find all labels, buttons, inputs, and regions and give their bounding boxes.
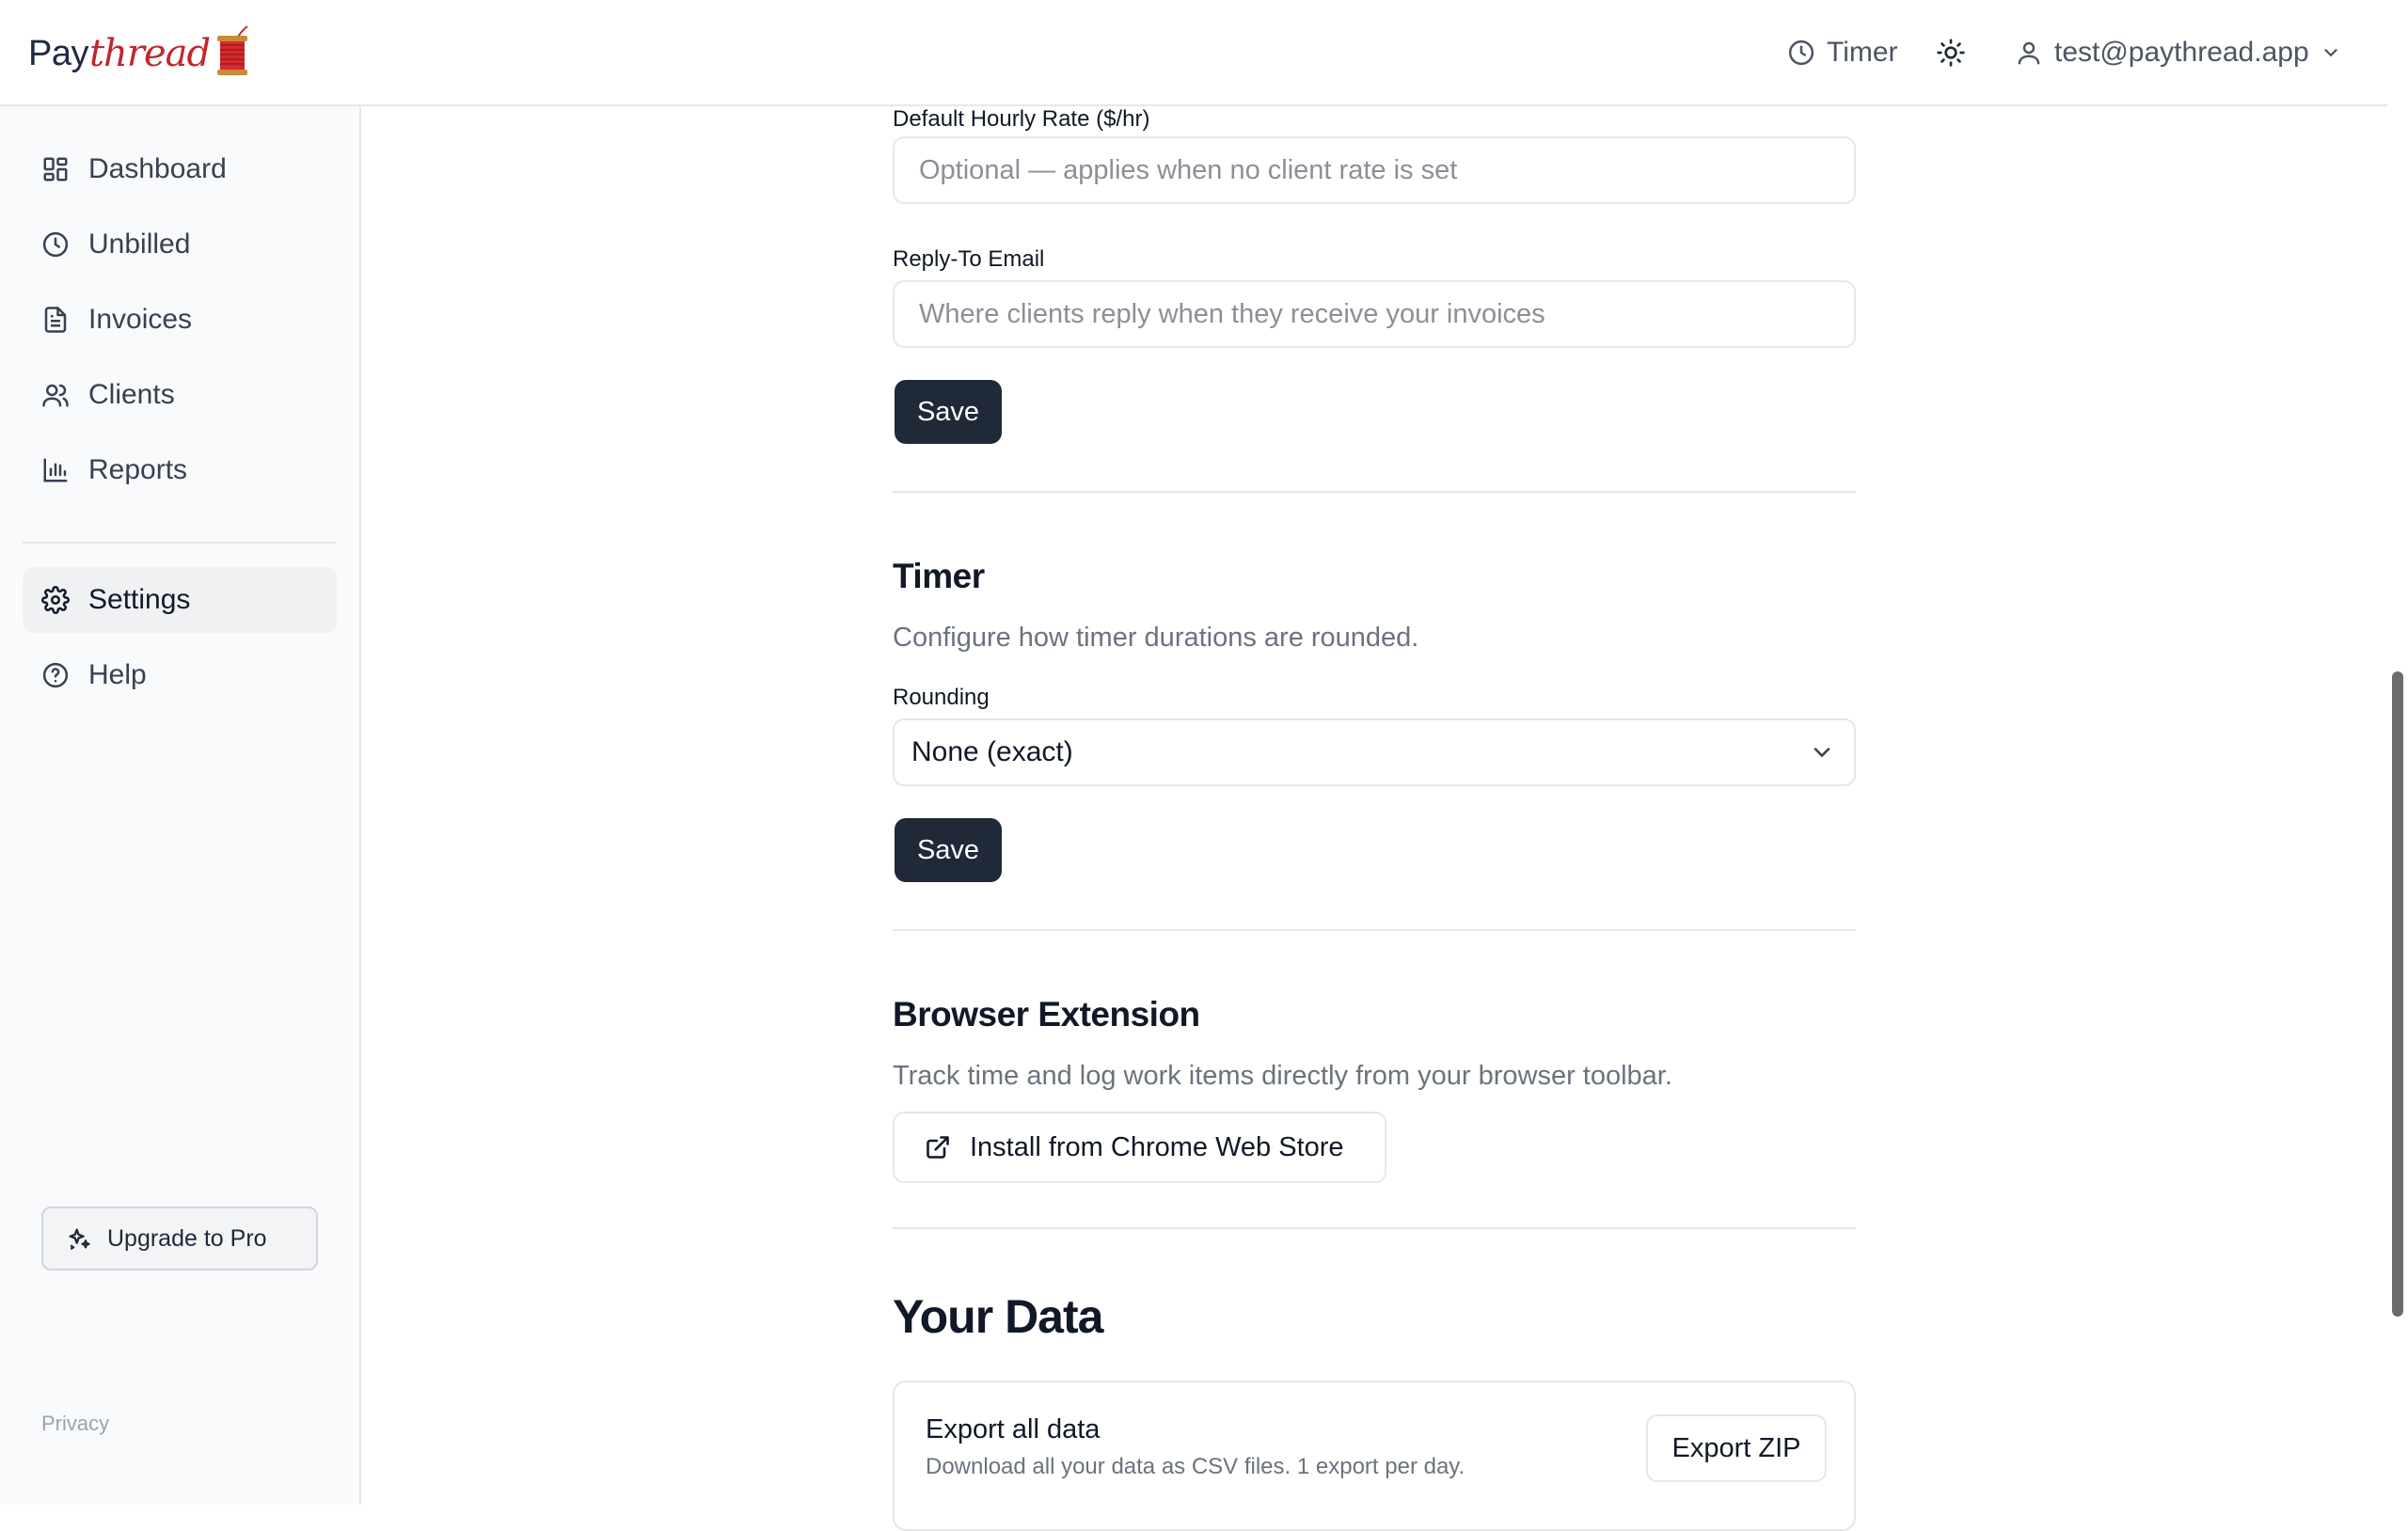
users-icon: [41, 381, 70, 409]
extension-section-title: Browser Extension: [893, 995, 1200, 1034]
privacy-link[interactable]: Privacy: [41, 1412, 109, 1436]
upgrade-label: Upgrade to Pro: [107, 1224, 267, 1252]
spool-icon: [212, 23, 255, 79]
install-extension-button[interactable]: Install from Chrome Web Store: [893, 1112, 1386, 1183]
sidebar-item-invoices[interactable]: Invoices: [23, 287, 337, 353]
chevron-down-icon: [2321, 42, 2341, 63]
section-divider: [893, 929, 1856, 931]
gear-icon: [41, 586, 70, 614]
clock-icon: [1787, 39, 1815, 67]
export-zip-button[interactable]: Export ZIP: [1646, 1414, 1827, 1482]
sidebar-item-reports[interactable]: Reports: [23, 437, 337, 503]
app-logo[interactable]: Pay thread: [28, 21, 255, 87]
reply-to-label: Reply-To Email: [893, 246, 1045, 272]
file-text-icon: [41, 306, 70, 334]
upgrade-to-pro-button[interactable]: Upgrade to Pro: [41, 1207, 318, 1271]
your-data-title: Your Data: [893, 1290, 1103, 1343]
header-timer-button[interactable]: Timer: [1787, 34, 1898, 71]
rounding-select[interactable]: None (exact): [893, 718, 1856, 786]
sidebar-item-dashboard[interactable]: Dashboard: [23, 136, 337, 202]
rounding-label: Rounding: [893, 685, 990, 710]
sidebar-item-clients[interactable]: Clients: [23, 362, 337, 428]
sidebar-item-label: Help: [88, 659, 147, 690]
sidebar-divider: [23, 542, 337, 544]
bar-chart-icon: [41, 456, 70, 484]
sidebar-item-label: Settings: [88, 584, 191, 615]
dashboard-icon: [41, 155, 70, 183]
export-description: Download all your data as CSV files. 1 e…: [926, 1454, 1465, 1479]
hourly-rate-label: Default Hourly Rate ($/hr): [893, 106, 1150, 132]
save-general-button[interactable]: Save: [895, 380, 1002, 444]
sidebar-item-settings[interactable]: Settings: [23, 567, 337, 633]
sun-icon: [1936, 38, 1966, 68]
section-divider: [893, 491, 1856, 493]
top-header: Pay thread Timer test@paythread.app: [0, 0, 2387, 106]
timer-section-title: Timer: [893, 557, 985, 595]
user-email: test@paythread.app: [2054, 37, 2309, 68]
sidebar: Dashboard Unbilled Invoices Clients Repo…: [0, 106, 361, 1505]
reply-to-email-input[interactable]: [893, 280, 1856, 348]
timer-label: Timer: [1827, 37, 1898, 68]
user-icon: [2015, 39, 2043, 67]
chevron-down-icon: [1809, 739, 1835, 766]
sidebar-item-label: Invoices: [88, 304, 193, 335]
sidebar-item-label: Clients: [88, 379, 175, 410]
sidebar-item-help[interactable]: Help: [23, 642, 337, 708]
timer-section-description: Configure how timer durations are rounde…: [893, 623, 1419, 653]
help-circle-icon: [41, 661, 70, 689]
export-data-card: Export all data Download all your data a…: [893, 1381, 1856, 1531]
user-menu-button[interactable]: test@paythread.app: [2015, 34, 2341, 71]
rounding-selected-value: None (exact): [911, 736, 1073, 767]
sidebar-item-label: Unbilled: [88, 229, 191, 260]
extension-section-description: Track time and log work items directly f…: [893, 1061, 1672, 1091]
clock-icon: [41, 230, 70, 259]
theme-toggle-button[interactable]: [1936, 38, 1966, 68]
hourly-rate-input[interactable]: [893, 136, 1856, 204]
sparkles-icon: [66, 1225, 92, 1252]
page-scrollbar-thumb[interactable]: [2392, 671, 2403, 1317]
section-divider: [893, 1227, 1856, 1229]
sidebar-item-label: Reports: [88, 454, 188, 485]
export-title: Export all data: [926, 1414, 1101, 1444]
save-timer-button[interactable]: Save: [895, 818, 1002, 882]
logo-text-pay: Pay: [28, 33, 88, 73]
sidebar-item-label: Dashboard: [88, 153, 227, 184]
install-extension-label: Install from Chrome Web Store: [970, 1131, 1344, 1162]
external-link-icon: [925, 1134, 951, 1160]
sidebar-item-unbilled[interactable]: Unbilled: [23, 212, 337, 277]
logo-text-thread: thread: [88, 32, 211, 75]
